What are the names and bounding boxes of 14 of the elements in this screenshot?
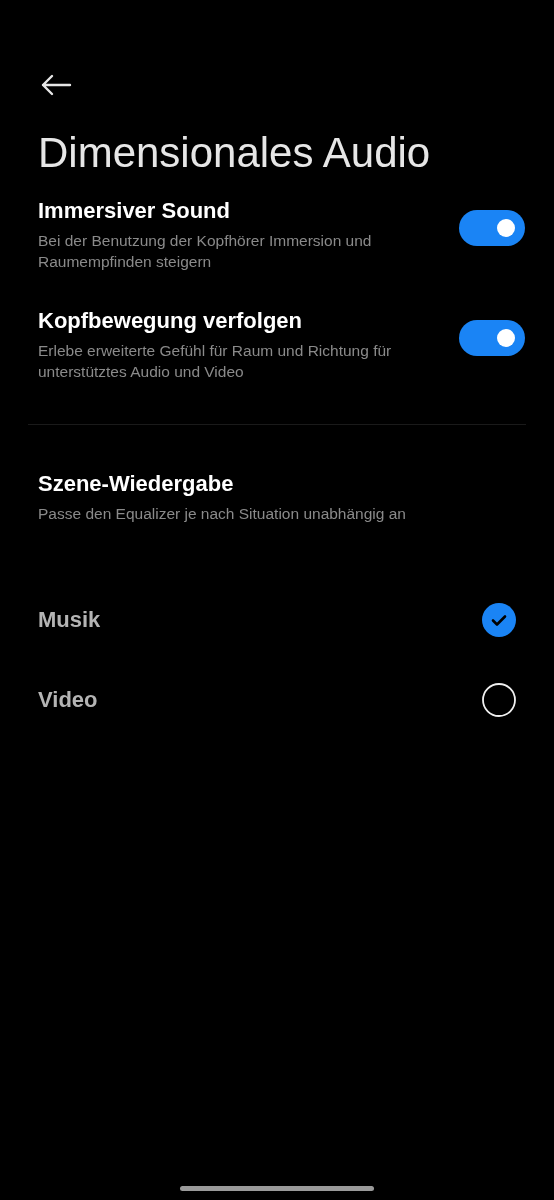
toggle-switch[interactable] [459,210,525,247]
toggle-switch[interactable] [459,320,525,357]
setting-title: Kopfbewegung verfolgen [38,308,303,335]
setting-title: Immersiver Sound [38,198,231,225]
option-label[interactable]: Video [38,687,98,714]
radio-icon[interactable] [482,683,516,718]
back-arrow-icon[interactable] [40,74,72,96]
section-title: Szene-Wiedergabe [38,471,235,498]
page-title: Dimensionales Audio [38,130,432,177]
checked-radio-icon[interactable] [482,603,516,638]
setting-description: Erlebe erweiterte Gefühl für Raum und Richtung für unterstütztes Audio und Video [38,341,393,383]
option-label[interactable]: Musik [38,607,101,634]
section-description: Passe den Equalizer je nach Situation unabhängig an [38,504,407,525]
setting-description: Bei der Benutzung der Kopfhörer Immersion und Raumempfinden steigern [38,231,373,273]
